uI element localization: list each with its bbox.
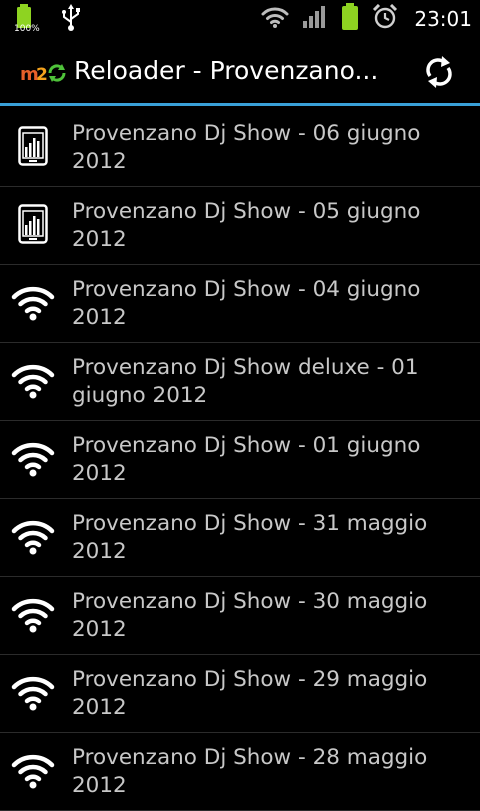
wifi-icon xyxy=(8,667,58,717)
list-item-title-line2: 2012 xyxy=(72,773,127,798)
list-item-title-line2: 2012 xyxy=(72,695,127,720)
status-bar-right: 23:01 xyxy=(260,0,472,38)
list-item-title-line2: 2012 xyxy=(72,617,127,642)
list-item[interactable]: Provenzano Dj Show - 31 maggio 2012 xyxy=(0,499,480,577)
list-item-title-line1: Provenzano Dj Show - 06 giugno xyxy=(72,121,421,146)
list-item-label: Provenzano Dj Show - 28 maggio 2012 xyxy=(72,744,472,800)
battery-icon: 100% xyxy=(12,4,40,38)
app-logo[interactable]: m 2 xyxy=(20,60,66,86)
list-item-title-line2: giugno 2012 xyxy=(72,383,208,408)
list-item[interactable]: Provenzano Dj Show - 05 giugno 2012 xyxy=(0,187,480,265)
status-bar: 100% 23:01 xyxy=(0,0,480,38)
wifi-icon xyxy=(8,745,58,795)
list-item-title-line2: 2012 xyxy=(72,305,127,330)
list-item[interactable]: Provenzano Dj Show - 28 maggio 2012 xyxy=(0,733,480,811)
svg-text:2: 2 xyxy=(36,65,48,85)
wifi-icon xyxy=(260,5,290,33)
list-item-label: Provenzano Dj Show - 29 maggio 2012 xyxy=(72,666,472,722)
wifi-icon xyxy=(8,355,58,405)
list-item-label: Provenzano Dj Show - 30 maggio 2012 xyxy=(72,588,472,644)
list-item-title-line1: Provenzano Dj Show - 30 maggio xyxy=(72,589,428,614)
list-item-title-line1: Provenzano Dj Show - 05 giugno xyxy=(72,199,421,224)
list-item-title-line1: Provenzano Dj Show deluxe - 01 xyxy=(72,355,419,380)
wifi-icon xyxy=(8,277,58,327)
list-item[interactable]: Provenzano Dj Show - 30 maggio 2012 xyxy=(0,577,480,655)
list-item[interactable]: Provenzano Dj Show - 29 maggio 2012 xyxy=(0,655,480,733)
list-item-title-line2: 2012 xyxy=(72,149,127,174)
list-item[interactable]: Provenzano Dj Show - 01 giugno 2012 xyxy=(0,421,480,499)
phone-icon xyxy=(8,199,58,249)
list-item-label: Provenzano Dj Show - 05 giugno 2012 xyxy=(72,198,472,254)
battery-icon xyxy=(340,3,360,35)
wifi-icon xyxy=(8,589,58,639)
list-item[interactable]: Provenzano Dj Show deluxe - 01 giugno 201… xyxy=(0,343,480,421)
list-item-title-line2: 2012 xyxy=(72,461,127,486)
list-item[interactable]: Provenzano Dj Show - 06 giugno 2012 xyxy=(0,109,480,187)
clock: 23:01 xyxy=(414,7,472,31)
list-item-title-line1: Provenzano Dj Show - 04 giugno xyxy=(72,277,421,302)
alarm-icon xyxy=(372,3,398,34)
wifi-icon xyxy=(8,511,58,561)
list-item-label: Provenzano Dj Show - 01 giugno 2012 xyxy=(72,432,472,488)
action-bar: m 2 Reloader - Provenzano... xyxy=(0,38,480,106)
list-item-title-line1: Provenzano Dj Show - 01 giugno xyxy=(72,433,421,458)
page-title: Reloader - Provenzano... xyxy=(74,56,379,85)
list-item-label: Provenzano Dj Show - 06 giugno 2012 xyxy=(72,120,472,176)
list-item-label: Provenzano Dj Show - 31 maggio 2012 xyxy=(72,510,472,566)
phone-icon xyxy=(8,121,58,171)
list-item[interactable]: Provenzano Dj Show - 04 giugno 2012 xyxy=(0,265,480,343)
status-bar-left: 100% xyxy=(12,4,82,34)
list-item-label: Provenzano Dj Show deluxe - 01 giugno 201… xyxy=(72,354,472,410)
list-item-title-line1: Provenzano Dj Show - 31 maggio xyxy=(72,511,428,536)
usb-icon xyxy=(60,4,82,36)
list-item-label: Provenzano Dj Show - 04 giugno 2012 xyxy=(72,276,472,332)
list-item-title-line2: 2012 xyxy=(72,227,127,252)
signal-icon xyxy=(302,5,328,33)
episode-list: Provenzano Dj Show - 06 giugno 2012 Prove… xyxy=(0,109,480,811)
list-item-title-line1: Provenzano Dj Show - 29 maggio xyxy=(72,667,428,692)
refresh-icon[interactable] xyxy=(422,54,456,90)
wifi-icon xyxy=(8,433,58,483)
list-item-title-line1: Provenzano Dj Show - 28 maggio xyxy=(72,745,428,770)
list-item-title-line2: 2012 xyxy=(72,539,127,564)
battery-percent: 100% xyxy=(14,24,40,34)
